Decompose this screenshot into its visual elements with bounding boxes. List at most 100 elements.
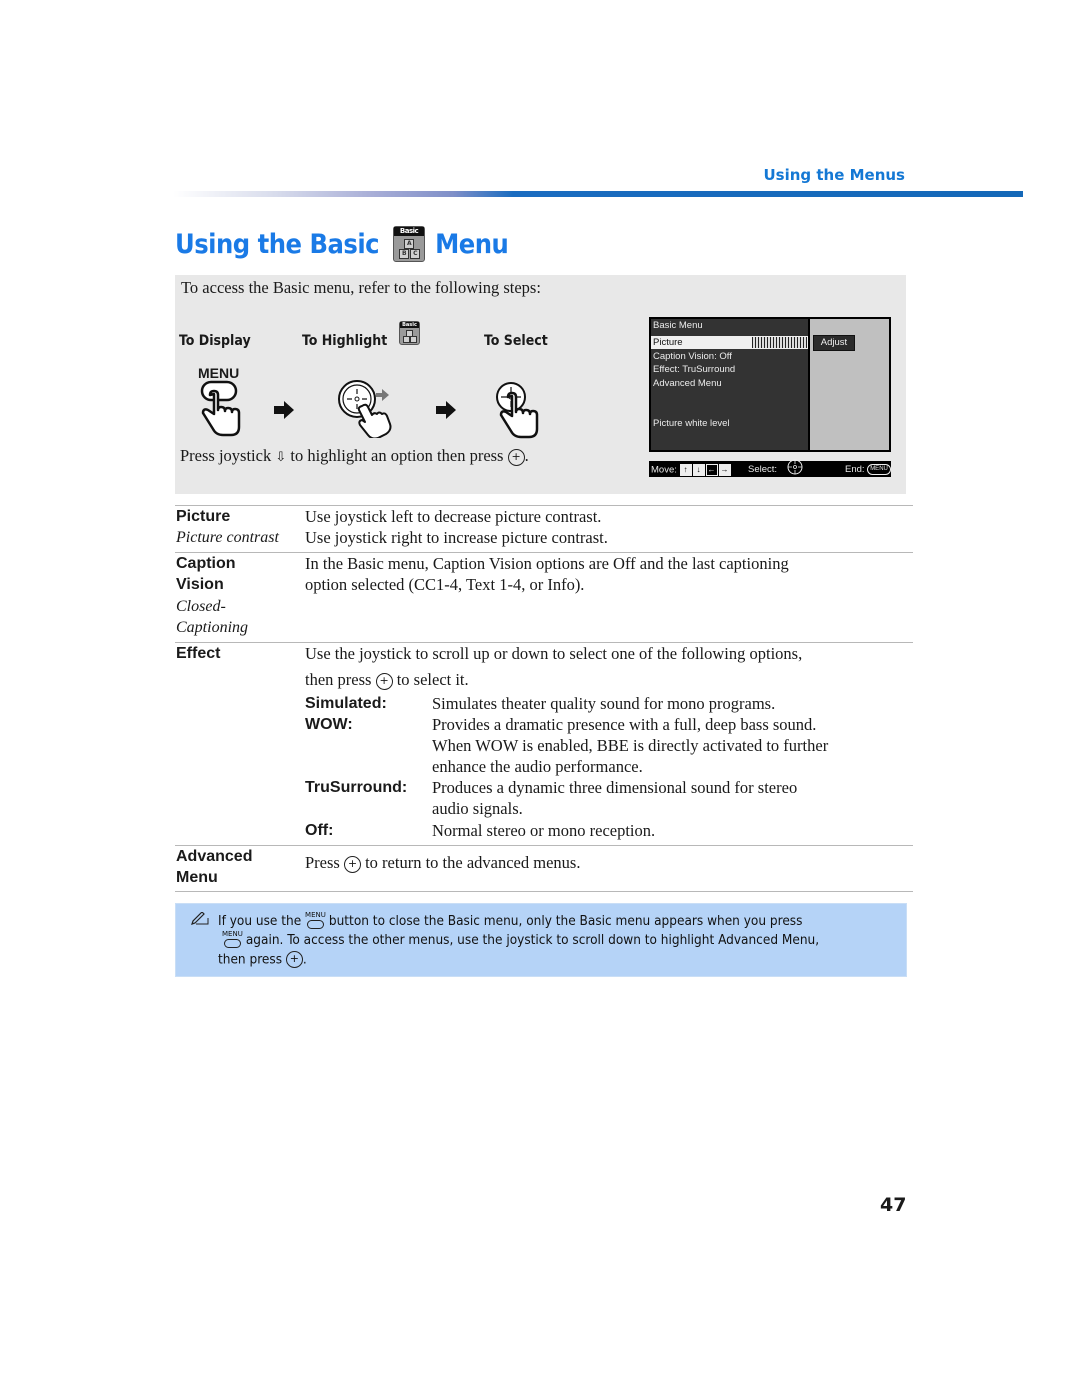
desc-line: option selected (CC1-4, Text 1-4, or Inf… (305, 575, 585, 594)
osd-adjust-button[interactable]: Adjust (813, 335, 855, 351)
desc-line: Use the joystick to scroll up or down to… (305, 644, 803, 663)
option-desc: Produces a dynamic three dimensional sou… (432, 778, 798, 797)
term-menu: Menu (176, 869, 218, 886)
menu-oval (224, 939, 241, 948)
menu-word: MENU (222, 930, 243, 938)
term-vision: Vision (176, 576, 224, 593)
note-line-2: MENU again. To access the other menus, u… (222, 930, 820, 949)
hand-select-icon (496, 382, 539, 439)
step-label-select: To Select (484, 333, 548, 349)
note-line-1: If you use the MENU button to close the … (218, 911, 803, 930)
arrow-right-icon (436, 401, 456, 419)
key-down-icon: ↓ (692, 464, 705, 476)
running-head: Using the Menus (763, 166, 905, 184)
desc-line: Press + to return to the advanced menus. (305, 852, 580, 873)
page-title: Using the Basic Basic A B C Menu (175, 226, 509, 262)
joystick-icon (787, 459, 803, 475)
option-desc: Provides a dramatic presence with a full… (432, 715, 817, 734)
osd-item-picture[interactable]: Picture (653, 337, 683, 348)
osd-footer-select: Select: (748, 464, 777, 475)
table-rule (175, 891, 913, 892)
option-trusurround: TruSurround: (305, 779, 408, 796)
select-button-icon: + (343, 855, 361, 873)
pencil-note-icon (191, 912, 209, 925)
desc-line: then press + to select it. (305, 669, 469, 690)
select-button-icon: + (507, 448, 525, 466)
osd-level-bar[interactable] (752, 337, 807, 348)
osd-move-label: Move: (651, 464, 677, 476)
steps-note-part1: Press joystick (180, 446, 272, 465)
menu-word: MENU (305, 911, 326, 919)
steps-note-part2: to highlight an option then press (290, 446, 504, 465)
page-title-part1: Using the Basic (175, 228, 380, 260)
term-effect: Effect (176, 645, 221, 662)
hand-press-menu-icon (200, 380, 241, 437)
option-desc: Normal stereo or mono reception. (432, 821, 656, 840)
block-b (403, 336, 410, 343)
menu-button-icon: MENU (305, 911, 326, 930)
select-button-icon: + (375, 672, 393, 690)
block-c: C (410, 249, 421, 259)
desc-post: to select it. (396, 670, 469, 689)
menu-button-label: MENU (198, 365, 240, 381)
page-title-part2: Menu (435, 228, 509, 260)
option-wow: WOW: (305, 716, 353, 733)
steps-note: Press joystick ⇩ to highlight an option … (180, 446, 529, 466)
arrow-right-icon (274, 401, 294, 419)
select-button-icon: + (285, 951, 303, 968)
osd-select-label: Select: (748, 464, 778, 475)
osd-end-label: End: (845, 464, 865, 476)
step-label-display: To Display (179, 333, 251, 349)
note-text: If you use the (218, 913, 302, 929)
menu-button-icon: MENU (222, 930, 243, 949)
option-desc: audio signals. (432, 799, 523, 818)
table-rule (175, 845, 913, 846)
basic-menu-icon: Basic A B C (393, 226, 426, 262)
option-desc: Simulates theater quality sound for mono… (432, 694, 776, 713)
option-off: Off: (305, 822, 334, 839)
osd-item-advanced-menu[interactable]: Advanced Menu (653, 378, 722, 389)
subterm-picture-contrast: Picture contrast (176, 529, 279, 546)
menu-oval (307, 920, 325, 929)
subterm-closed: Closed- (176, 598, 226, 615)
key-up-icon: ↑ (679, 464, 692, 476)
option-desc: enhance the audio performance. (432, 757, 643, 776)
page-number: 47 (880, 1194, 907, 1216)
desc-post: to return to the advanced menus. (365, 853, 581, 872)
osd-footer-end: End: MENU (845, 464, 891, 475)
note-text: again. To access the other menus, use th… (245, 932, 820, 948)
steps-note-end: . (524, 446, 529, 465)
desc-pre: Press (305, 853, 340, 872)
block-a: A (404, 239, 415, 249)
block-c (410, 336, 417, 343)
step-label-highlight: To Highlight (302, 333, 388, 349)
desc-line: Use joystick left to decrease picture co… (305, 507, 602, 526)
osd-help-text: Picture white level (653, 418, 730, 429)
down-arrow-icon: ⇩ (275, 450, 287, 465)
hand-joystick-icon (338, 380, 392, 438)
term-picture: Picture (176, 508, 231, 525)
desc-pre: then press (305, 670, 372, 689)
key-right-icon: → (718, 464, 731, 476)
note-line-3: then press +. (218, 951, 307, 968)
desc-line: In the Basic menu, Caption Vision option… (305, 554, 789, 573)
option-desc: When WOW is enabled, BBE is directly act… (432, 736, 829, 755)
term-caption: Caption (176, 555, 236, 572)
steps-intro: To access the Basic menu, refer to the f… (181, 278, 541, 297)
desc-line: Use joystick right to increase picture c… (305, 528, 608, 547)
option-simulated: Simulated: (305, 695, 387, 712)
osd-footer-move: Move: ↑ ↓ ← → (651, 464, 732, 476)
subterm-captioning: Captioning (176, 619, 249, 636)
osd-title: Basic Menu (653, 320, 703, 331)
block-b: B (399, 249, 410, 259)
basic-icon-label: Basic (394, 227, 425, 236)
basic-menu-icon-small: Basic (399, 321, 420, 345)
menu-key-icon: MENU (867, 464, 891, 475)
osd-item-caption-vision[interactable]: Caption Vision: Off (653, 351, 732, 362)
note-text: button to close the Basic menu, only the… (328, 913, 803, 929)
header-rule (173, 191, 1023, 197)
note-text: . (302, 951, 307, 968)
basic-icon-label: Basic (400, 322, 419, 328)
osd-item-effect[interactable]: Effect: TruSurround (653, 364, 735, 375)
note-text: then press (218, 951, 283, 968)
